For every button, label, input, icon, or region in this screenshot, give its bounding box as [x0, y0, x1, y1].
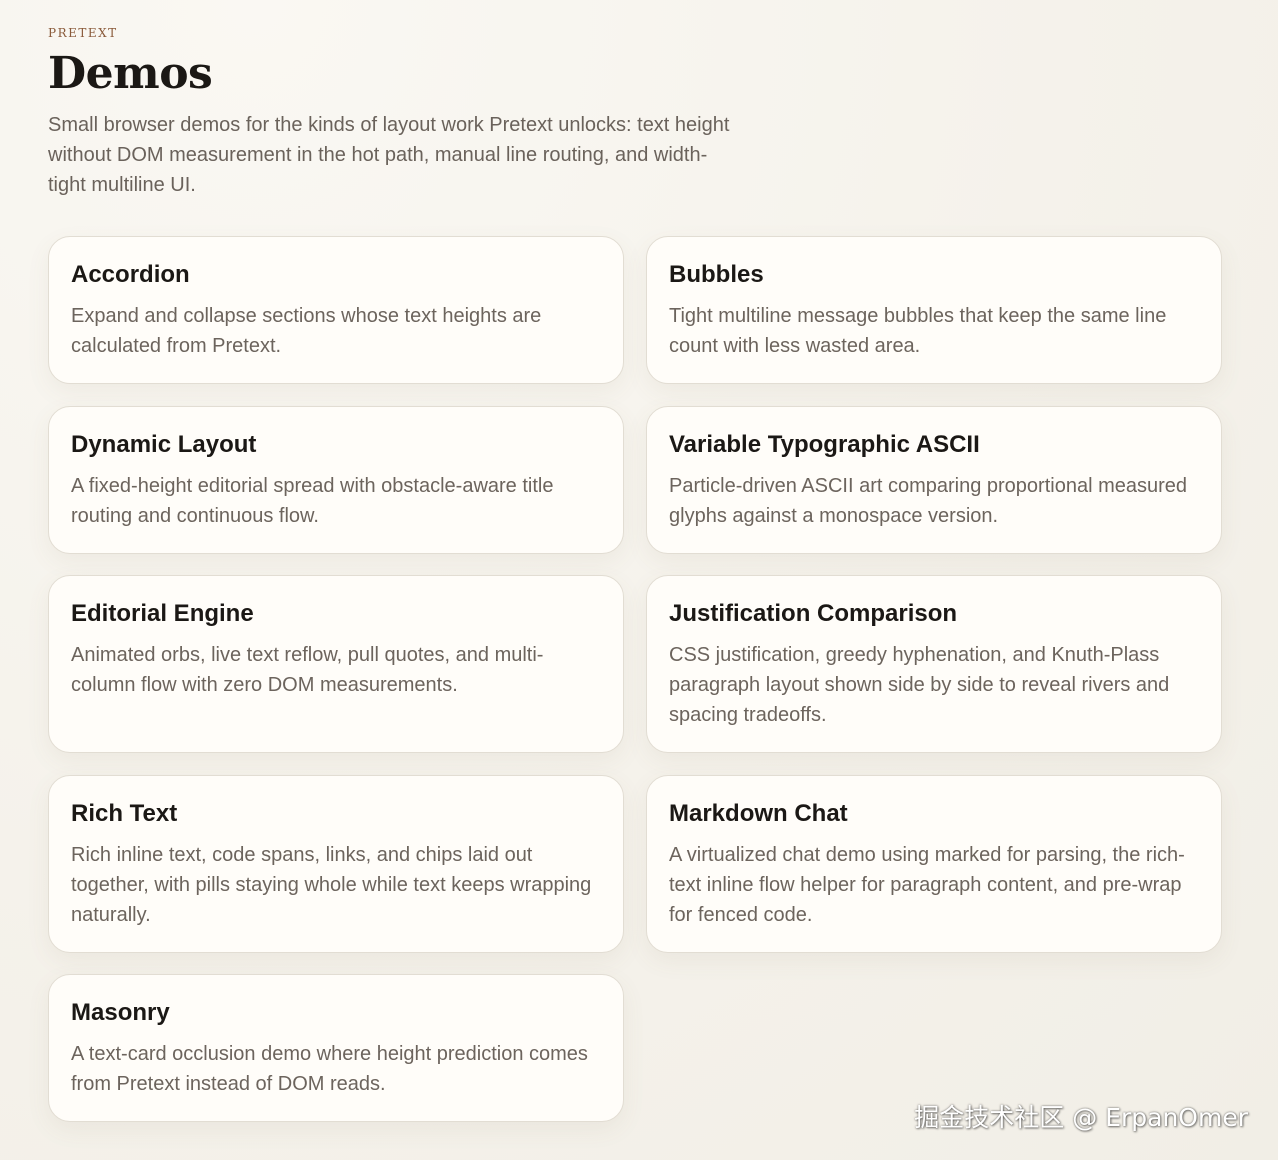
- demo-card-justification-comparison[interactable]: Justification Comparison CSS justificati…: [646, 575, 1222, 753]
- card-title: Rich Text: [71, 800, 178, 827]
- card-description: A fixed-height editorial spread with obs…: [71, 475, 554, 527]
- card-title: Bubbles: [669, 261, 764, 288]
- card-title: Editorial Engine: [71, 600, 254, 627]
- card-description: CSS justification, greedy hyphenation, a…: [669, 644, 1170, 726]
- card-description: A text-card occlusion demo where height …: [71, 1043, 588, 1095]
- demo-card-dynamic-layout[interactable]: Dynamic Layout A fixed-height editorial …: [48, 406, 624, 554]
- eyebrow-label: PRETEXT: [48, 26, 118, 40]
- page-title: Demos: [48, 48, 213, 99]
- card-description: Expand and collapse sections whose text …: [71, 305, 542, 357]
- card-title: Markdown Chat: [669, 800, 848, 827]
- demo-card-variable-typographic-ascii[interactable]: Variable Typographic ASCII Particle-driv…: [646, 406, 1222, 554]
- card-description: Tight multiline message bubbles that kee…: [669, 305, 1167, 357]
- card-title: Dynamic Layout: [71, 431, 257, 458]
- demo-card-masonry[interactable]: Masonry A text-card occlusion demo where…: [48, 974, 624, 1122]
- card-description: Animated orbs, live text reflow, pull qu…: [71, 644, 544, 696]
- watermark-text: 掘金技术社区 @ ErpanOmer: [914, 1103, 1248, 1132]
- demo-card-rich-text[interactable]: Rich Text Rich inline text, code spans, …: [48, 775, 624, 953]
- page-intro: Small browser demos for the kinds of lay…: [48, 114, 730, 196]
- card-description: A virtualized chat demo using marked for…: [669, 844, 1185, 926]
- card-title: Variable Typographic ASCII: [669, 431, 980, 458]
- demo-card-markdown-chat[interactable]: Markdown Chat A virtualized chat demo us…: [646, 775, 1222, 953]
- card-title: Justification Comparison: [669, 600, 958, 627]
- demo-card-accordion[interactable]: Accordion Expand and collapse sections w…: [48, 236, 624, 384]
- card-title: Masonry: [71, 999, 170, 1026]
- card-description: Particle-driven ASCII art comparing prop…: [669, 475, 1188, 527]
- card-description: Rich inline text, code spans, links, and…: [71, 844, 592, 926]
- demo-card-editorial-engine[interactable]: Editorial Engine Animated orbs, live tex…: [48, 575, 624, 753]
- demo-card-bubbles[interactable]: Bubbles Tight multiline message bubbles …: [646, 236, 1222, 384]
- card-title: Accordion: [71, 261, 190, 288]
